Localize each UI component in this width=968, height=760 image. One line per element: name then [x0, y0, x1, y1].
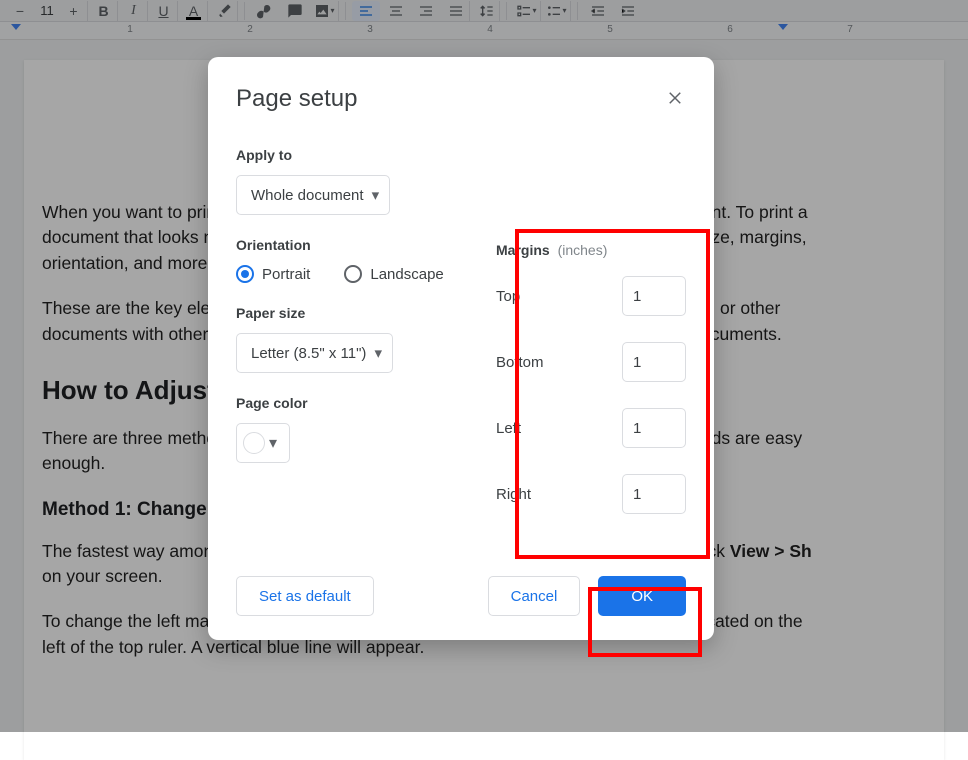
ok-button[interactable]: OK: [598, 576, 686, 616]
orientation-portrait-radio[interactable]: Portrait: [236, 265, 310, 283]
landscape-label: Landscape: [370, 266, 443, 283]
apply-to-label: Apply to: [236, 147, 456, 163]
margin-left-label: Left: [496, 420, 521, 437]
paper-size-value: Letter (8.5" x 11"): [251, 345, 366, 362]
chevron-down-icon: ▾: [372, 186, 380, 204]
margin-right-label: Right: [496, 486, 531, 503]
orientation-label: Orientation: [236, 237, 456, 253]
orientation-landscape-radio[interactable]: Landscape: [344, 265, 443, 283]
radio-icon: [236, 265, 254, 283]
chevron-down-icon: ▾: [374, 344, 382, 362]
page-color-label: Page color: [236, 395, 456, 411]
page-color-picker[interactable]: ▾: [236, 423, 290, 463]
page-setup-dialog: Page setup Apply to Whole document ▾ Ori…: [208, 57, 714, 640]
margin-top-input[interactable]: [622, 276, 686, 316]
color-swatch-icon: [243, 432, 265, 454]
dialog-title: Page setup: [236, 85, 686, 113]
margin-bottom-input[interactable]: [622, 342, 686, 382]
apply-to-value: Whole document: [251, 187, 364, 204]
apply-to-dropdown[interactable]: Whole document ▾: [236, 175, 390, 215]
margins-label: Margins (inches): [496, 242, 686, 258]
margin-bottom-label: Bottom: [496, 354, 544, 371]
paper-size-dropdown[interactable]: Letter (8.5" x 11") ▾: [236, 333, 393, 373]
margin-left-input[interactable]: [622, 408, 686, 448]
margin-right-input[interactable]: [622, 474, 686, 514]
set-as-default-button[interactable]: Set as default: [236, 576, 374, 616]
portrait-label: Portrait: [262, 266, 310, 283]
paper-size-label: Paper size: [236, 305, 456, 321]
radio-icon: [344, 265, 362, 283]
chevron-down-icon: ▾: [269, 433, 277, 453]
close-icon[interactable]: [664, 87, 686, 109]
margin-top-label: Top: [496, 288, 520, 305]
margins-unit: (inches): [558, 242, 608, 258]
cancel-button[interactable]: Cancel: [488, 576, 581, 616]
